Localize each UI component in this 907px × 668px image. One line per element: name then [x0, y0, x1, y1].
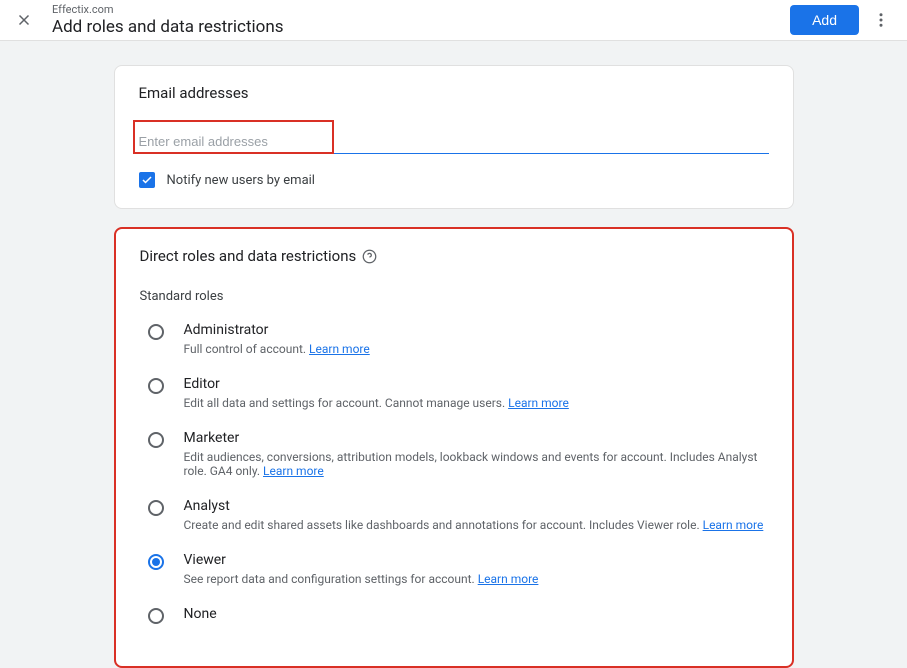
roles-title: Direct roles and data restrictions	[140, 247, 357, 265]
notify-checkbox[interactable]	[139, 172, 155, 188]
more-vert-icon	[872, 11, 890, 29]
role-description: Edit all data and settings for account. …	[184, 396, 768, 410]
role-option: None	[140, 606, 768, 626]
header-titles: Effectix.com Add roles and data restrict…	[52, 3, 790, 36]
role-name: None	[184, 606, 768, 622]
learn-more-link[interactable]: Learn more	[508, 396, 569, 410]
role-name: Editor	[184, 376, 768, 392]
role-radio[interactable]	[148, 324, 164, 340]
email-input-wrapper	[139, 130, 769, 154]
role-description: See report data and configuration settin…	[184, 572, 768, 586]
standard-roles-subtitle: Standard roles	[140, 289, 768, 304]
role-option: Viewer See report data and configuration …	[140, 552, 768, 586]
role-option: Administrator Full control of account. Le…	[140, 322, 768, 356]
role-radio[interactable]	[148, 554, 164, 570]
role-name: Administrator	[184, 322, 768, 338]
role-option: Editor Edit all data and settings for acc…	[140, 376, 768, 410]
roles-card: Direct roles and data restrictions Stand…	[114, 227, 794, 668]
email-card-title: Email addresses	[139, 84, 769, 102]
learn-more-link[interactable]: Learn more	[478, 572, 539, 586]
role-description: Create and edit shared assets like dashb…	[184, 518, 768, 532]
roles-header: Direct roles and data restrictions	[140, 247, 768, 265]
email-card: Email addresses Notify new users by emai…	[114, 65, 794, 209]
learn-more-link[interactable]: Learn more	[309, 342, 370, 356]
role-radio[interactable]	[148, 608, 164, 624]
notify-checkbox-row: Notify new users by email	[139, 172, 769, 188]
content: Email addresses Notify new users by emai…	[0, 41, 907, 668]
role-name: Viewer	[184, 552, 768, 568]
role-content: Viewer See report data and configuration …	[184, 552, 768, 586]
role-name: Marketer	[184, 430, 768, 446]
help-icon[interactable]	[362, 249, 377, 264]
role-content: Administrator Full control of account. Le…	[184, 322, 768, 356]
more-menu-button[interactable]	[867, 6, 895, 34]
role-radio[interactable]	[148, 432, 164, 448]
role-option: Marketer Edit audiences, conversions, att…	[140, 430, 768, 478]
role-content: Editor Edit all data and settings for acc…	[184, 376, 768, 410]
close-button[interactable]	[12, 8, 36, 32]
role-option: Analyst Create and edit shared assets lik…	[140, 498, 768, 532]
role-radio[interactable]	[148, 378, 164, 394]
roles-list: Administrator Full control of account. Le…	[140, 322, 768, 626]
role-description: Edit audiences, conversions, attribution…	[184, 450, 768, 478]
header-subtitle: Effectix.com	[52, 3, 790, 16]
check-icon	[141, 174, 153, 186]
role-name: Analyst	[184, 498, 768, 514]
header: Effectix.com Add roles and data restrict…	[0, 0, 907, 41]
learn-more-link[interactable]: Learn more	[703, 518, 764, 532]
email-input[interactable]	[139, 130, 769, 154]
role-description: Full control of account. Learn more	[184, 342, 768, 356]
learn-more-link[interactable]: Learn more	[263, 464, 324, 478]
add-button[interactable]: Add	[790, 5, 859, 35]
role-radio[interactable]	[148, 500, 164, 516]
role-content: None	[184, 606, 768, 626]
page-title: Add roles and data restrictions	[52, 17, 790, 37]
close-icon	[15, 11, 33, 29]
role-content: Analyst Create and edit shared assets lik…	[184, 498, 768, 532]
role-content: Marketer Edit audiences, conversions, att…	[184, 430, 768, 478]
notify-label: Notify new users by email	[167, 173, 315, 188]
